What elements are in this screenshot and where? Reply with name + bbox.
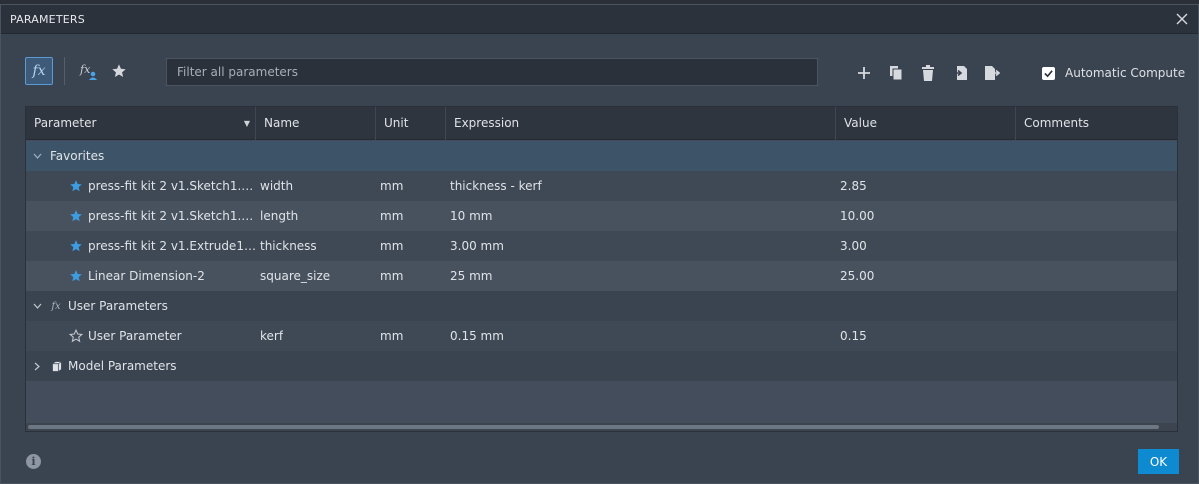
- chevron-down-icon[interactable]: [30, 141, 44, 171]
- horizontal-scrollbar[interactable]: [26, 423, 1177, 431]
- table-row[interactable]: press-fit kit 2 v1.Sketch1.Lin... width …: [26, 171, 1177, 201]
- group-label-model-parameters: Model Parameters: [68, 359, 177, 373]
- cell-unit[interactable]: mm: [380, 321, 403, 351]
- table-row[interactable]: User Parameter kerf mm 0.15 mm 0.15: [26, 321, 1177, 351]
- column-header-parameter[interactable]: Parameter ▼: [26, 107, 256, 140]
- body-cube-icon: [48, 351, 64, 381]
- star-icon: [112, 64, 126, 77]
- table-row[interactable]: press-fit kit 2 v1.Extrude1.Al... thickn…: [26, 231, 1177, 261]
- favorite-star-icon[interactable]: [68, 201, 84, 231]
- table-row[interactable]: Linear Dimension-2 square_size mm 25 mm …: [26, 261, 1177, 291]
- import-button[interactable]: [950, 63, 970, 83]
- column-header-unit[interactable]: Unit: [376, 107, 446, 140]
- add-parameter-button[interactable]: [854, 63, 874, 83]
- cell-parameter: press-fit kit 2 v1.Sketch1.Lin...: [88, 179, 256, 193]
- delete-parameter-button[interactable]: [918, 63, 938, 83]
- cell-name[interactable]: length: [260, 201, 298, 231]
- cell-unit[interactable]: mm: [380, 261, 403, 291]
- table-header: Parameter ▼ Name Unit Expression Value C…: [26, 107, 1177, 140]
- column-header-expression[interactable]: Expression: [446, 107, 836, 140]
- chevron-right-icon[interactable]: [30, 351, 44, 381]
- svg-text:fx: fx: [79, 63, 91, 76]
- cell-name[interactable]: square_size: [260, 261, 330, 291]
- parameters-table: Parameter ▼ Name Unit Expression Value C…: [25, 106, 1178, 432]
- group-label-user-parameters: User Parameters: [68, 299, 168, 313]
- cell-expression[interactable]: 3.00 mm: [450, 231, 504, 261]
- close-icon: [1176, 13, 1188, 25]
- cell-unit[interactable]: mm: [380, 201, 403, 231]
- group-label-favorites: Favorites: [50, 149, 105, 163]
- sort-down-icon: ▼: [243, 119, 250, 128]
- cell-parameter: press-fit kit 2 v1.Extrude1.Al...: [88, 239, 256, 253]
- cell-value: 3.00: [840, 239, 867, 253]
- cell-name[interactable]: thickness: [260, 231, 317, 261]
- scrollbar-thumb[interactable]: [28, 425, 1159, 429]
- close-button[interactable]: [1172, 9, 1192, 29]
- cell-expression[interactable]: 25 mm: [450, 261, 492, 291]
- cell-parameter: Linear Dimension-2: [88, 269, 205, 283]
- group-row-model-parameters[interactable]: Model Parameters: [26, 351, 1177, 381]
- column-header-value[interactable]: Value: [836, 107, 1016, 140]
- fx-icon: fx: [32, 63, 46, 79]
- filter-input[interactable]: [166, 58, 818, 86]
- copy-parameter-button[interactable]: [886, 63, 906, 83]
- cell-unit[interactable]: mm: [380, 231, 403, 261]
- user-parameter-filter-button[interactable]: fx: [77, 59, 101, 83]
- table-row[interactable]: press-fit kit 2 v1.Sketch1.Lin... length…: [26, 201, 1177, 231]
- chevron-down-icon[interactable]: [30, 291, 44, 321]
- group-row-favorites[interactable]: Favorites: [26, 141, 1177, 171]
- export-button[interactable]: [982, 63, 1002, 83]
- favorite-star-icon[interactable]: [68, 171, 84, 201]
- user-fx-icon: fx: [79, 63, 97, 80]
- automatic-compute[interactable]: Automatic Compute: [1042, 66, 1185, 80]
- toolbar-divider: [64, 57, 65, 85]
- dialog-title: PARAMETERS: [10, 13, 85, 26]
- import-icon: [953, 66, 967, 80]
- cell-parameter: press-fit kit 2 v1.Sketch1.Lin...: [88, 209, 256, 223]
- cell-parameter: User Parameter: [88, 329, 182, 343]
- column-header-name[interactable]: Name: [256, 107, 376, 140]
- cell-expression[interactable]: thickness - kerf: [450, 171, 542, 201]
- cell-name[interactable]: width: [260, 171, 293, 201]
- toolbar: fx fx Filter all parameters Automatic Co…: [1, 34, 1198, 106]
- export-icon: [985, 66, 1000, 80]
- cell-name[interactable]: kerf: [260, 321, 283, 351]
- automatic-compute-label: Automatic Compute: [1065, 66, 1186, 80]
- favorite-star-icon[interactable]: [68, 231, 84, 261]
- add-icon: [858, 67, 870, 79]
- trash-icon: [922, 65, 934, 81]
- fx-icon: fx: [51, 300, 61, 312]
- cell-value: 10.00: [840, 209, 875, 223]
- column-header-comments[interactable]: Comments: [1016, 107, 1177, 140]
- check-icon: [1044, 69, 1053, 77]
- info-icon[interactable]: i: [26, 454, 41, 469]
- copy-icon: [890, 66, 903, 81]
- star-outline-icon[interactable]: [68, 321, 84, 351]
- parameters-dialog: PARAMETERS fx fx Filter all parameters A…: [0, 4, 1199, 484]
- cell-expression[interactable]: 0.15 mm: [450, 321, 504, 351]
- cell-value: 2.85: [840, 179, 867, 193]
- fx-parameters-button[interactable]: fx: [25, 57, 53, 85]
- automatic-compute-checkbox[interactable]: [1042, 66, 1055, 80]
- ok-button[interactable]: OK: [1138, 449, 1179, 474]
- favorite-star-icon[interactable]: [68, 261, 84, 291]
- title-bar: PARAMETERS: [1, 5, 1198, 34]
- group-row-user-parameters[interactable]: fx User Parameters: [26, 291, 1177, 321]
- cell-value: 0.15: [840, 329, 867, 343]
- cell-value: 25.00: [840, 269, 875, 283]
- favorites-filter-button[interactable]: [107, 59, 131, 83]
- cell-unit[interactable]: mm: [380, 171, 403, 201]
- cell-expression[interactable]: 10 mm: [450, 201, 492, 231]
